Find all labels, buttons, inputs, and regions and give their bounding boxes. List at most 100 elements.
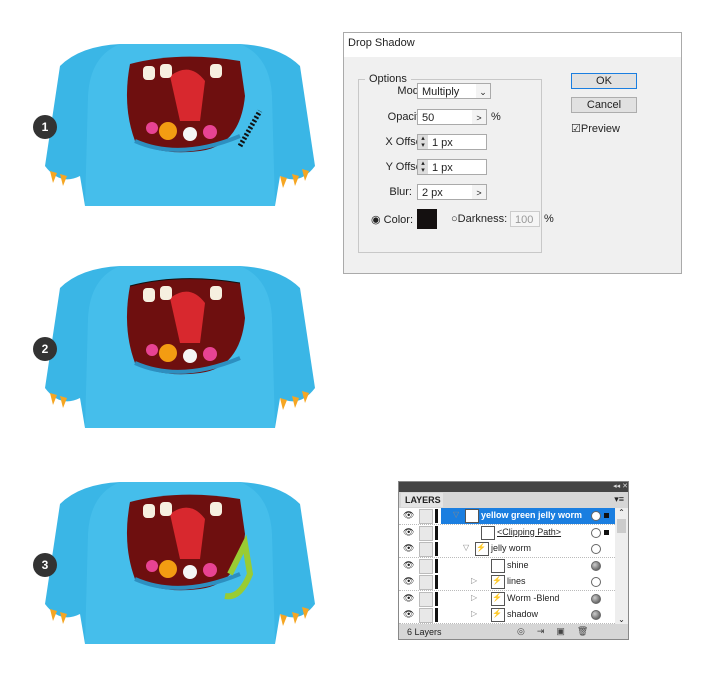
panel-menu-icon[interactable]: ▾≡ xyxy=(614,494,624,505)
layer-row-content: ▷ ⚡ lines xyxy=(441,574,615,590)
collapse-triangle-icon[interactable]: ▷ xyxy=(471,609,477,618)
lock-toggle[interactable] xyxy=(419,558,433,574)
darkness-radio[interactable]: ○Darkness: xyxy=(451,213,507,225)
layer-color-bar xyxy=(435,509,438,523)
drop-shadow-dialog: Drop Shadow Options Mode: Multiply ⌄ Opac… xyxy=(343,32,682,274)
layer-name[interactable]: shine xyxy=(507,560,529,570)
blur-value: 2 px xyxy=(422,187,443,199)
new-sublayer-icon[interactable]: ⇥ xyxy=(537,626,557,636)
expand-triangle-icon[interactable]: ▽ xyxy=(463,543,469,552)
layer-color-bar xyxy=(435,558,438,573)
layer-name[interactable]: yellow green jelly worm xyxy=(481,510,582,520)
eye-icon[interactable]: 👁 xyxy=(403,560,415,572)
stepper-icon[interactable]: ▴ ▾ xyxy=(418,135,428,149)
layer-row[interactable]: 👁 <Clipping Path> xyxy=(399,524,615,542)
eye-icon[interactable]: 👁 xyxy=(403,576,415,588)
layer-row[interactable]: 👁 ▷ ⚡ lines xyxy=(399,574,615,591)
layer-name[interactable]: <Clipping Path> xyxy=(497,527,561,537)
layer-name[interactable]: shadow xyxy=(507,609,538,619)
opacity-value: 50 xyxy=(422,112,435,124)
stepper-icon[interactable]: ▴ ▾ xyxy=(418,160,428,174)
layer-name[interactable]: jelly worm xyxy=(491,543,531,553)
lock-toggle[interactable] xyxy=(419,525,433,541)
layer-thumbnail xyxy=(491,558,505,573)
collapse-triangle-icon[interactable]: ▷ xyxy=(471,576,477,585)
target-circle-icon[interactable] xyxy=(591,544,601,554)
layer-row-content: <Clipping Path> xyxy=(441,525,615,541)
close-icon[interactable]: ✕ xyxy=(622,483,628,490)
mode-select[interactable]: Multiply ⌄ xyxy=(417,83,491,99)
monster-illustration-step-3 xyxy=(40,474,320,654)
layer-color-bar xyxy=(435,525,438,540)
target-circle-icon[interactable] xyxy=(591,560,601,571)
tab-layers[interactable]: LAYERS xyxy=(401,493,443,507)
lock-toggle[interactable] xyxy=(419,575,433,590)
cancel-button[interactable]: Cancel xyxy=(571,97,637,113)
chevron-right-icon[interactable]: > xyxy=(472,185,486,199)
target-circle-icon[interactable] xyxy=(591,593,601,604)
lock-toggle[interactable] xyxy=(419,591,433,607)
eye-icon[interactable]: 👁 xyxy=(403,593,415,605)
layer-row[interactable]: 👁 ▷ ⚡ Worm -Blend xyxy=(399,590,615,608)
target-circle-icon[interactable] xyxy=(591,577,601,587)
scroll-thumb[interactable] xyxy=(617,519,626,533)
blur-input[interactable]: 2 px > xyxy=(417,184,487,200)
footer-buttons: ◎⇥▣🗑 xyxy=(517,626,600,637)
trash-icon[interactable]: 🗑 xyxy=(577,626,600,636)
chevron-right-icon[interactable]: > xyxy=(472,110,486,124)
step-badge-2: 2 xyxy=(33,337,57,361)
blur-label: Blur: xyxy=(389,186,412,198)
layer-row-content: ▷ ⚡ Worm -Blend xyxy=(441,591,615,607)
color-swatch[interactable] xyxy=(417,209,437,229)
step-badge-1: 1 xyxy=(33,115,57,139)
layer-thumbnail xyxy=(481,525,495,540)
eye-icon[interactable]: 👁 xyxy=(403,543,415,555)
layer-row[interactable]: 👁 ▷ ⚡ shadow xyxy=(399,607,615,624)
darkness-input[interactable]: 100 xyxy=(510,211,540,227)
monster-illustration-step-2 xyxy=(40,258,320,438)
panel-titlebar: ◂◂ ✕ xyxy=(399,482,628,492)
layer-name[interactable]: Worm -Blend xyxy=(507,593,559,603)
x-offset-input[interactable]: ▴ ▾ 1 px xyxy=(417,134,487,150)
scrollbar[interactable]: ⌃ ⌄ xyxy=(615,508,628,624)
opacity-input[interactable]: 50 > xyxy=(417,109,487,125)
ok-button[interactable]: OK xyxy=(571,73,637,89)
layer-row[interactable]: 👁 ▽ yellow green jelly worm xyxy=(399,508,615,525)
color-radio[interactable]: ◉ Color: xyxy=(371,213,413,226)
layers-panel: ◂◂ ✕ LAYERS ▾≡ 👁 ▽ yellow green jelly worm… xyxy=(398,481,629,640)
preview-checkbox[interactable]: ☑Preview xyxy=(571,122,620,135)
layer-color-bar xyxy=(435,591,438,606)
expand-triangle-icon[interactable]: ▽ xyxy=(453,510,459,519)
layer-color-bar xyxy=(435,575,438,589)
layer-row[interactable]: 👁 shine xyxy=(399,557,615,575)
layer-thumbnail: ⚡ xyxy=(491,575,505,589)
darkness-label: Darkness: xyxy=(457,213,508,225)
layers-list: 👁 ▽ yellow green jelly worm 👁 <Clipping Path… xyxy=(399,508,628,624)
layer-name[interactable]: lines xyxy=(507,576,526,586)
preview-label: Preview xyxy=(580,123,620,135)
dialog-title: Drop Shadow xyxy=(344,33,681,57)
lock-toggle[interactable] xyxy=(419,509,433,524)
eye-icon[interactable]: 👁 xyxy=(403,510,415,522)
y-offset-input[interactable]: ▴ ▾ 1 px xyxy=(417,159,487,175)
layer-thumbnail: ⚡ xyxy=(491,591,505,606)
x-offset-value: 1 px xyxy=(432,137,453,149)
lock-toggle[interactable] xyxy=(419,608,433,623)
chevron-down-icon: ⌄ xyxy=(476,84,490,98)
new-layer-icon[interactable]: ▣ xyxy=(556,626,577,636)
layer-thumbnail xyxy=(465,509,479,523)
lock-toggle[interactable] xyxy=(419,542,433,557)
layer-row[interactable]: 👁 ▽ ⚡ jelly worm xyxy=(399,541,615,558)
collapse-triangle-icon[interactable]: ▷ xyxy=(471,593,477,602)
eye-icon[interactable]: 👁 xyxy=(403,609,415,621)
target-circle-icon[interactable] xyxy=(591,527,601,538)
target-circle-icon[interactable] xyxy=(591,511,601,521)
target-circle-icon[interactable] xyxy=(591,610,601,620)
collapse-icon[interactable]: ◂◂ xyxy=(613,483,620,490)
opacity-unit: % xyxy=(491,111,501,123)
darkness-unit: % xyxy=(544,213,554,225)
make-clipping-mask-icon[interactable]: ◎ xyxy=(517,626,537,636)
selection-square-icon xyxy=(604,513,609,518)
step-badge-3: 3 xyxy=(33,553,57,577)
eye-icon[interactable]: 👁 xyxy=(403,527,415,539)
